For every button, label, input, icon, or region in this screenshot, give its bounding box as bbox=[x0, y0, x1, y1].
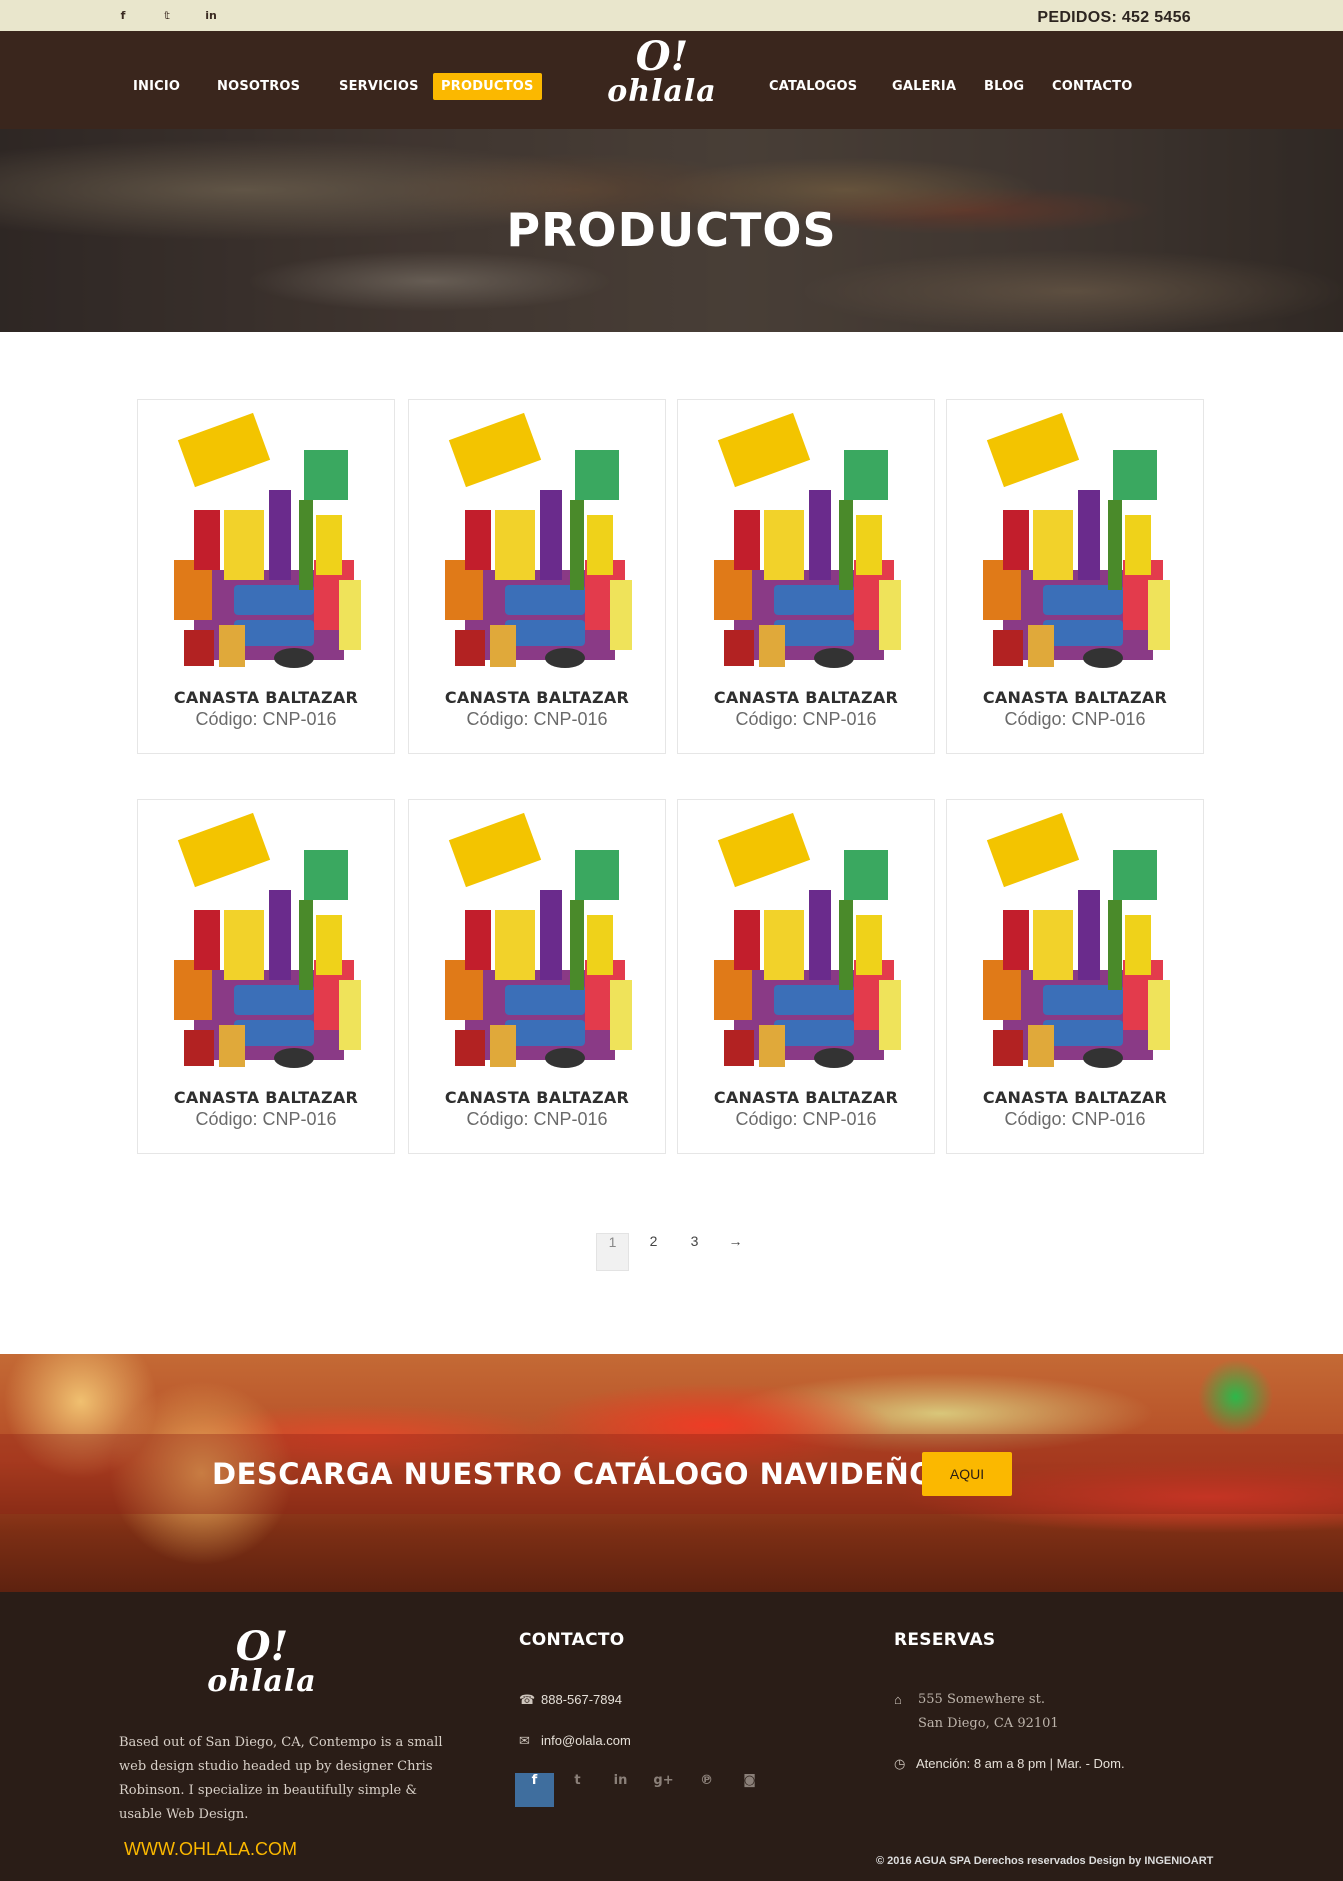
main-nav: INICIO NOSOTROS SERVICIOS PRODUCTOS O! o… bbox=[0, 31, 1343, 129]
clock-icon: ◷ bbox=[894, 1756, 906, 1771]
product-image[interactable] bbox=[704, 410, 910, 672]
contact-title: CONTACTO bbox=[519, 1630, 625, 1650]
banner-title: DESCARGA NUESTRO CATÁLOGO NAVIDEÑO bbox=[212, 1457, 935, 1491]
product-name[interactable]: CANASTA BALTAZAR bbox=[947, 688, 1203, 707]
page-1-button[interactable]: 1 bbox=[596, 1233, 629, 1271]
product-card[interactable]: CANASTA BALTAZAR Código: CNP-016 bbox=[946, 799, 1204, 1154]
site-logo[interactable]: O! ohlala bbox=[600, 37, 724, 107]
footer: O! ohlala Based out of San Diego, CA, Co… bbox=[0, 1592, 1343, 1881]
product-code: Código: CNP-016 bbox=[1004, 1109, 1146, 1129]
product-card[interactable]: CANASTA BALTAZAR Código: CNP-016 bbox=[137, 399, 395, 754]
website-link[interactable]: WWW.OHLALA.COM bbox=[124, 1839, 297, 1860]
download-catalog-button[interactable]: AQUI bbox=[922, 1452, 1012, 1496]
envelope-icon: ✉ bbox=[519, 1733, 530, 1748]
reservas-title: RESERVAS bbox=[894, 1630, 996, 1650]
linkedin-icon[interactable]: in bbox=[201, 9, 221, 22]
page-3-button[interactable]: 3 bbox=[678, 1233, 711, 1271]
nav-item-productos[interactable]: PRODUCTOS bbox=[433, 73, 542, 100]
product-card[interactable]: CANASTA BALTAZAR Código: CNP-016 bbox=[137, 799, 395, 1154]
product-image[interactable] bbox=[973, 410, 1179, 672]
address: 555 Somewhere st. San Diego, CA 92101 bbox=[918, 1688, 1059, 1736]
page-title: PRODUCTOS bbox=[506, 203, 837, 257]
google-plus-icon[interactable]: g+ bbox=[644, 1773, 683, 1807]
product-card[interactable]: CANASTA BALTAZAR Código: CNP-016 bbox=[677, 799, 935, 1154]
address-line-2: San Diego, CA 92101 bbox=[918, 1716, 1059, 1731]
product-name[interactable]: CANASTA BALTAZAR bbox=[409, 1088, 665, 1107]
copyright: © 2016 AGUA SPA Derechos reservados Desi… bbox=[876, 1855, 1214, 1867]
product-code: Código: CNP-016 bbox=[735, 709, 877, 729]
product-code: Código: CNP-016 bbox=[735, 1109, 877, 1129]
opening-hours: ◷ Atención: 8 am a 8 pm | Mar. - Dom. bbox=[894, 1756, 1125, 1772]
product-card[interactable]: CANASTA BALTAZAR Código: CNP-016 bbox=[408, 799, 666, 1154]
pagination: 1 2 3 → bbox=[596, 1233, 752, 1271]
about-text: Based out of San Diego, CA, Contempo is … bbox=[119, 1735, 443, 1822]
product-code: Código: CNP-016 bbox=[466, 1109, 608, 1129]
logo-word: ohlala bbox=[607, 74, 717, 109]
product-card[interactable]: CANASTA BALTAZAR Código: CNP-016 bbox=[408, 399, 666, 754]
product-name[interactable]: CANASTA BALTAZAR bbox=[678, 688, 934, 707]
logo-mark: O! bbox=[635, 33, 689, 80]
home-icon: ⌂ bbox=[894, 1692, 902, 1707]
nav-item-inicio[interactable]: INICIO bbox=[133, 79, 180, 94]
twitter-icon[interactable]: t bbox=[558, 1773, 597, 1807]
order-phone: PEDIDOS: 452 5456 bbox=[1037, 9, 1191, 26]
contact-phone-text: 888-567-7894 bbox=[541, 1692, 622, 1707]
footer-social-links: f t in g+ ℗ ◙ bbox=[515, 1773, 769, 1807]
product-name[interactable]: CANASTA BALTAZAR bbox=[409, 688, 665, 707]
product-code: Código: CNP-016 bbox=[195, 1109, 337, 1129]
pinterest-icon[interactable]: ℗ bbox=[687, 1773, 726, 1807]
nav-item-contacto[interactable]: CONTACTO bbox=[1052, 79, 1132, 94]
product-image[interactable] bbox=[164, 810, 370, 1072]
product-card[interactable]: CANASTA BALTAZAR Código: CNP-016 bbox=[946, 399, 1204, 754]
product-name[interactable]: CANASTA BALTAZAR bbox=[678, 1088, 934, 1107]
facebook-icon[interactable]: f bbox=[515, 1773, 554, 1807]
nav-item-blog[interactable]: BLOG bbox=[984, 79, 1024, 94]
linkedin-icon[interactable]: in bbox=[601, 1773, 640, 1807]
contact-email-text: info@olala.com bbox=[541, 1733, 631, 1748]
product-name[interactable]: CANASTA BALTAZAR bbox=[138, 1088, 394, 1107]
product-code: Código: CNP-016 bbox=[1004, 709, 1146, 729]
contact-email[interactable]: ✉ info@olala.com bbox=[519, 1733, 631, 1749]
product-code: Código: CNP-016 bbox=[466, 709, 608, 729]
product-card[interactable]: CANASTA BALTAZAR Código: CNP-016 bbox=[677, 399, 935, 754]
page-2-button[interactable]: 2 bbox=[637, 1233, 670, 1271]
product-image[interactable] bbox=[435, 810, 641, 1072]
nav-item-servicios[interactable]: SERVICIOS bbox=[339, 79, 419, 94]
hero-banner: PRODUCTOS bbox=[0, 129, 1343, 332]
product-image[interactable] bbox=[435, 410, 641, 672]
nav-item-catalogos[interactable]: CATALOGOS bbox=[769, 79, 857, 94]
product-image[interactable] bbox=[704, 810, 910, 1072]
top-social-links: f 𝕥 in bbox=[113, 9, 221, 22]
next-page-arrow-icon[interactable]: → bbox=[719, 1233, 752, 1271]
nav-item-nosotros[interactable]: NOSOTROS bbox=[217, 79, 300, 94]
twitter-icon[interactable]: 𝕥 bbox=[157, 9, 177, 22]
product-name[interactable]: CANASTA BALTAZAR bbox=[947, 1088, 1203, 1107]
contact-phone: ☎ 888-567-7894 bbox=[519, 1692, 622, 1708]
phone-icon: ☎ bbox=[519, 1692, 536, 1707]
catalog-banner: DESCARGA NUESTRO CATÁLOGO NAVIDEÑO AQUI bbox=[0, 1354, 1343, 1592]
footer-logo-mark: O! bbox=[235, 1623, 289, 1670]
product-image[interactable] bbox=[164, 410, 370, 672]
footer-logo: O! ohlala bbox=[200, 1627, 324, 1697]
product-name[interactable]: CANASTA BALTAZAR bbox=[138, 688, 394, 707]
product-image[interactable] bbox=[973, 810, 1179, 1072]
top-bar: f 𝕥 in PEDIDOS: 452 5456 bbox=[0, 0, 1343, 31]
footer-logo-word: ohlala bbox=[207, 1664, 317, 1699]
nav-item-galeria[interactable]: GALERIA bbox=[892, 79, 956, 94]
instagram-icon[interactable]: ◙ bbox=[730, 1773, 769, 1807]
product-code: Código: CNP-016 bbox=[195, 709, 337, 729]
opening-hours-text: Atención: 8 am a 8 pm | Mar. - Dom. bbox=[916, 1756, 1125, 1771]
address-line-1: 555 Somewhere st. bbox=[918, 1692, 1045, 1707]
facebook-icon[interactable]: f bbox=[113, 9, 133, 22]
